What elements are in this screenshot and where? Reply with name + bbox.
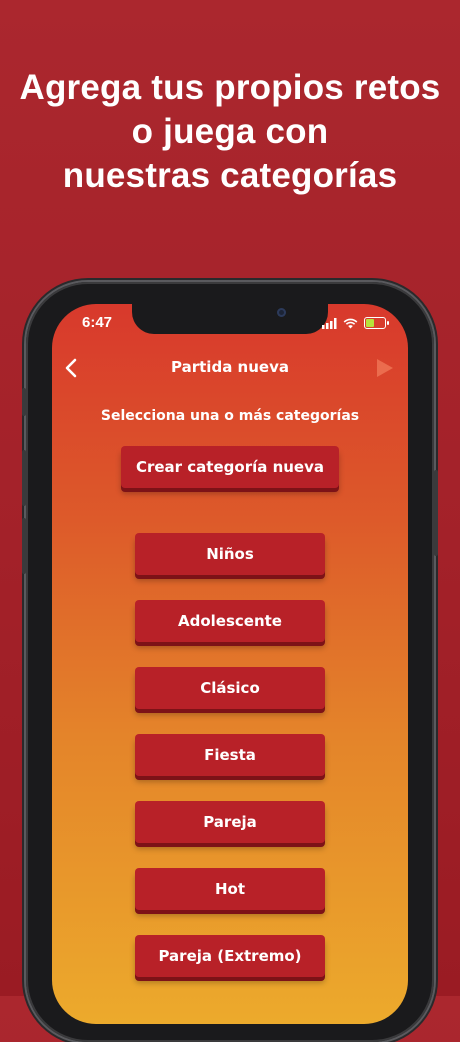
category-button[interactable]: Pareja — [135, 801, 325, 843]
play-icon[interactable] — [376, 358, 394, 378]
phone-screen: 6:47 Partida nueva Selecciona una o más … — [52, 304, 408, 1024]
phone-volume-down — [22, 518, 26, 574]
category-button[interactable]: Hot — [135, 868, 325, 910]
instruction-text: Selecciona una o más categorías — [100, 408, 360, 424]
battery-icon — [364, 317, 389, 329]
headline-line-2: o juega con — [131, 112, 329, 151]
phone-mute-switch — [22, 388, 26, 416]
status-time: 6:47 — [82, 314, 113, 331]
category-button[interactable]: Fiesta — [135, 734, 325, 776]
signal-icon — [322, 317, 337, 329]
nav-title: Partida nueva — [171, 358, 289, 376]
create-category-button[interactable]: Crear categoría nueva — [121, 446, 339, 488]
wifi-icon — [343, 318, 358, 328]
battery-level — [366, 319, 374, 327]
headline-line-3: nuestras categorías — [62, 156, 398, 195]
promo-headline: Agrega tus propios retos o juega con nue… — [0, 66, 460, 198]
category-button[interactable]: Clásico — [135, 667, 325, 709]
phone-volume-up — [22, 450, 26, 506]
phone-power-button — [434, 470, 438, 556]
status-icons — [322, 317, 389, 329]
category-button[interactable]: Pareja (Extremo) — [135, 935, 325, 977]
category-button[interactable]: Niños — [135, 533, 325, 575]
headline-line-1: Agrega tus propios retos — [19, 68, 441, 107]
front-camera — [277, 308, 286, 317]
category-button[interactable]: Adolescente — [135, 600, 325, 642]
phone-notch — [132, 304, 328, 334]
